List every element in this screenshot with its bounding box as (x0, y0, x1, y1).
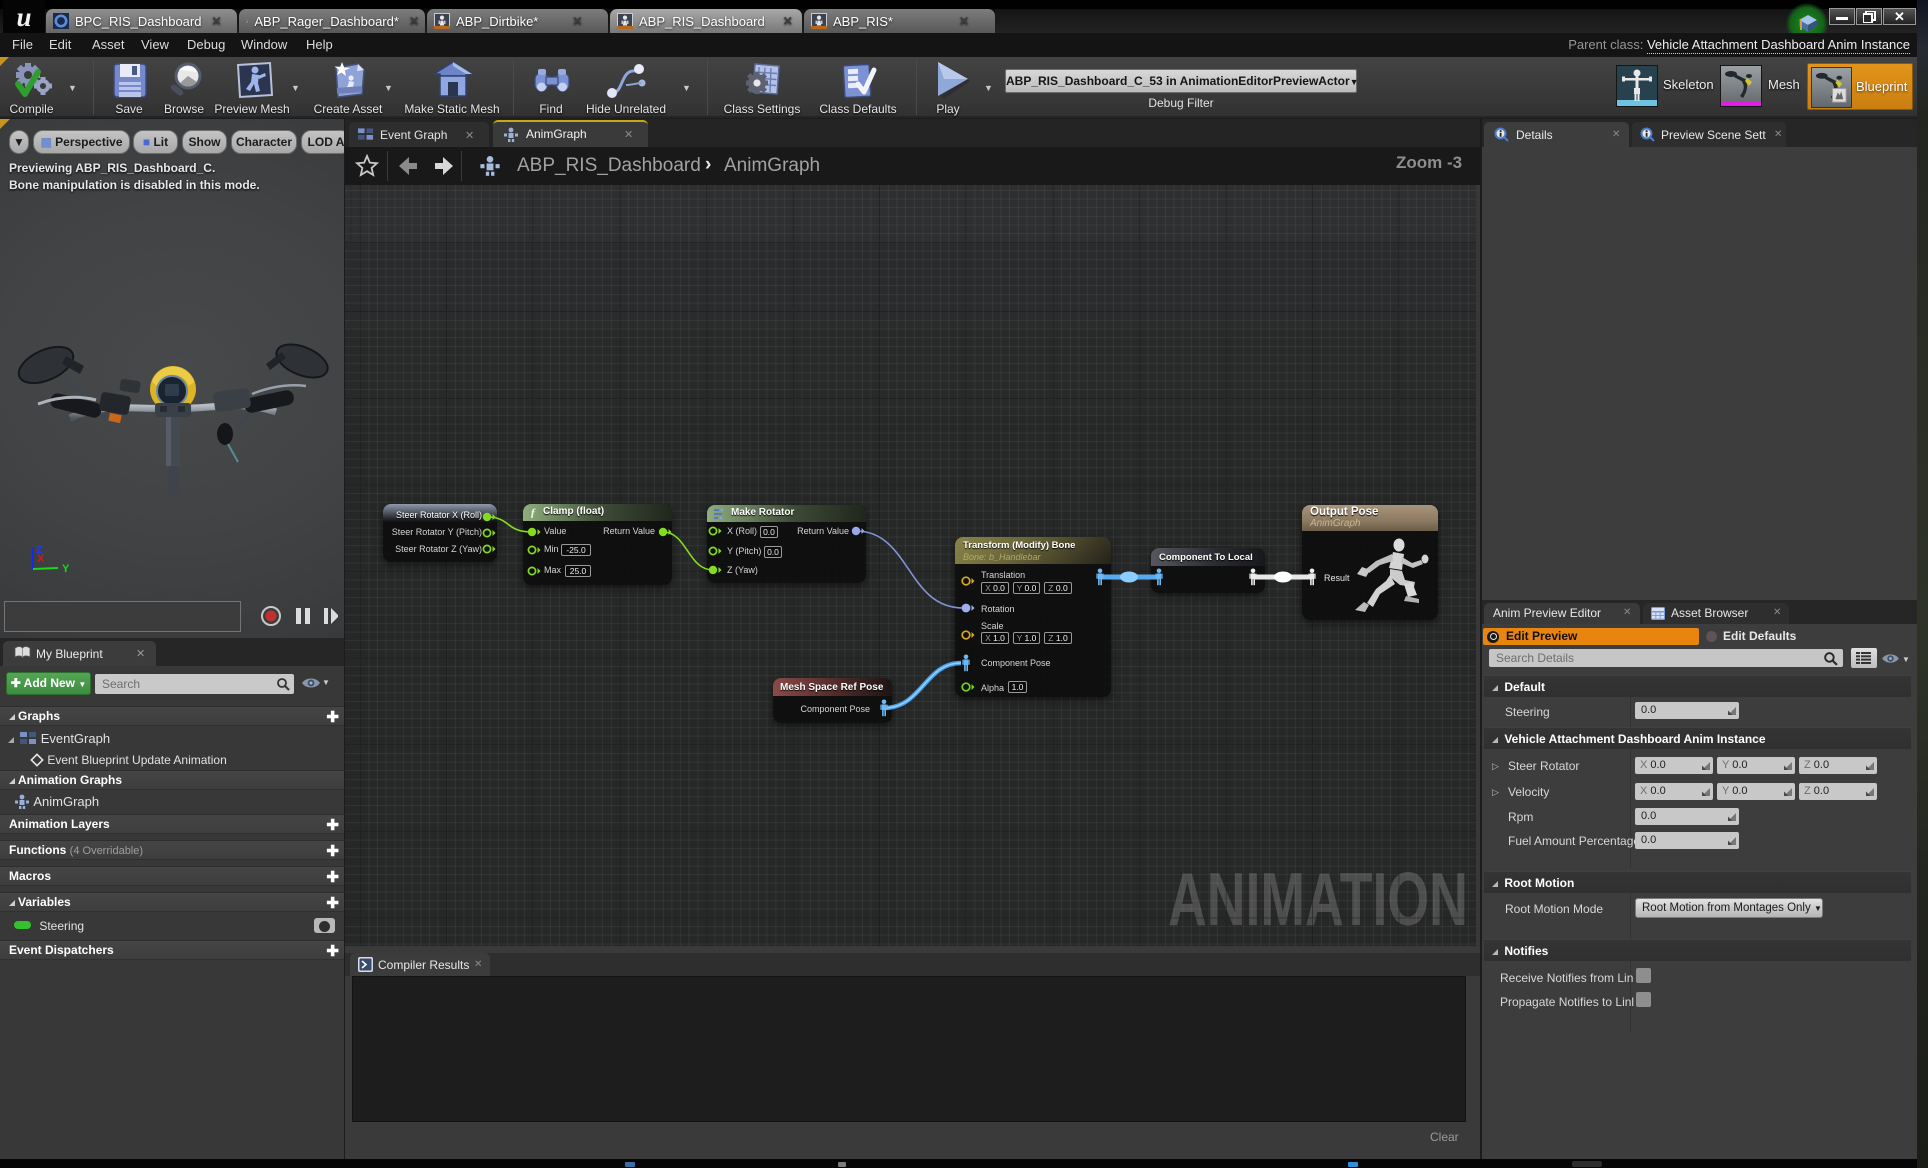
svg-text:Y: Y (62, 563, 70, 575)
svg-text:X: X (37, 553, 45, 565)
